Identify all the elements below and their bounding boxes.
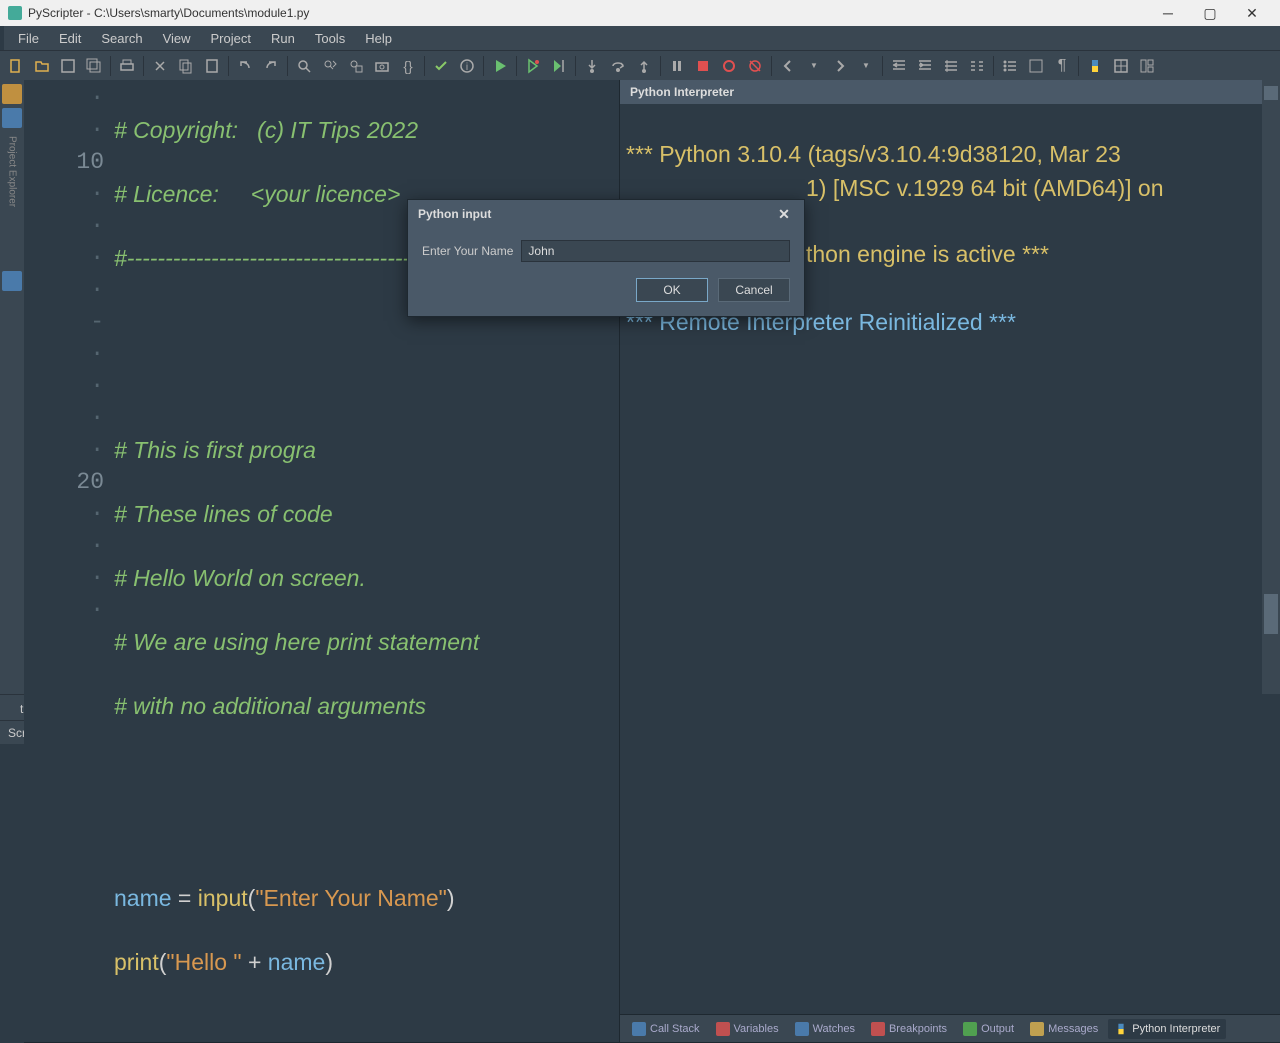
python-version-icon[interactable] — [1083, 54, 1107, 78]
comment-icon[interactable] — [939, 54, 963, 78]
replace-icon[interactable] — [318, 54, 342, 78]
vertical-scrollbar[interactable] — [1262, 80, 1280, 694]
menu-help[interactable]: Help — [355, 29, 402, 48]
minimize-button[interactable]: ─ — [1148, 2, 1188, 24]
layout-icon[interactable] — [1109, 54, 1133, 78]
pause-icon[interactable] — [665, 54, 689, 78]
dialog-close-button[interactable]: ✕ — [774, 204, 794, 224]
toolbar: {} i ▼ ▼ ¶ — [0, 50, 1280, 80]
dialog-input[interactable] — [521, 240, 790, 262]
dialog-title: Python input — [418, 207, 491, 221]
maximize-button[interactable]: ▢ — [1190, 2, 1230, 24]
tab-watches[interactable]: Watches — [789, 1019, 861, 1039]
close-button[interactable]: ✕ — [1232, 2, 1272, 24]
save-icon[interactable] — [56, 54, 80, 78]
indent-icon[interactable] — [913, 54, 937, 78]
gutter: · · 10 · · · · - · · · · 20 · · · · — [24, 80, 114, 1042]
step-into-icon[interactable] — [580, 54, 604, 78]
debug-icon[interactable] — [521, 54, 545, 78]
clear-breakpoints-icon[interactable] — [743, 54, 767, 78]
search-icon[interactable] — [292, 54, 316, 78]
menu-file[interactable]: File — [8, 29, 49, 48]
nav-dropdown2-icon[interactable]: ▼ — [854, 54, 878, 78]
menu-tools[interactable]: Tools — [305, 29, 355, 48]
syntax-check-icon[interactable] — [429, 54, 453, 78]
python-input-dialog: Python input ✕ Enter Your Name OK Cancel — [407, 199, 805, 317]
new-file-icon[interactable] — [4, 54, 28, 78]
cut-icon[interactable] — [148, 54, 172, 78]
ok-button[interactable]: OK — [636, 278, 708, 302]
code-explorer-icon[interactable] — [2, 271, 22, 291]
menu-run[interactable]: Run — [261, 29, 305, 48]
titlebar: PyScripter - C:\Users\smarty\Documents\m… — [0, 0, 1280, 26]
print-icon[interactable] — [115, 54, 139, 78]
menu-view[interactable]: View — [153, 29, 201, 48]
nav-dropdown-icon[interactable]: ▼ — [802, 54, 826, 78]
save-all-icon[interactable] — [82, 54, 106, 78]
nav-forward-icon[interactable] — [828, 54, 852, 78]
left-toolbar: Project Explorer — [0, 80, 24, 694]
app-icon — [8, 6, 22, 20]
uncomment-icon[interactable] — [965, 54, 989, 78]
step-over-icon[interactable] — [606, 54, 630, 78]
step-out-icon[interactable] — [632, 54, 656, 78]
run-to-cursor-icon[interactable] — [547, 54, 571, 78]
copy-icon[interactable] — [174, 54, 198, 78]
whitespace-icon[interactable] — [1024, 54, 1048, 78]
tab-messages[interactable]: Messages — [1024, 1019, 1104, 1039]
undo-icon[interactable] — [233, 54, 257, 78]
project-explorer-label: Project Explorer — [7, 136, 18, 207]
interpreter-tabs: Call Stack Variables Watches Breakpoints… — [620, 1014, 1280, 1042]
outdent-icon[interactable] — [887, 54, 911, 78]
cancel-button[interactable]: Cancel — [718, 278, 790, 302]
nav-back-icon[interactable] — [776, 54, 800, 78]
bracket-icon[interactable]: {} — [396, 54, 420, 78]
interpreter-title: Python Interpreter — [620, 80, 1280, 104]
tab-breakpoints[interactable]: Breakpoints — [865, 1019, 953, 1039]
layout-dropdown-icon[interactable] — [1135, 54, 1159, 78]
menu-project[interactable]: Project — [201, 29, 261, 48]
menubar: File Edit Search View Project Run Tools … — [0, 26, 1280, 50]
svg-text:i: i — [466, 62, 468, 73]
stop-icon[interactable] — [691, 54, 715, 78]
paste-icon[interactable] — [200, 54, 224, 78]
file-explorer-icon[interactable] — [2, 84, 22, 104]
redo-icon[interactable] — [259, 54, 283, 78]
camera-icon[interactable] — [370, 54, 394, 78]
tab-output[interactable]: Output — [957, 1019, 1020, 1039]
breakpoint-icon[interactable] — [717, 54, 741, 78]
project-explorer-icon[interactable] — [2, 108, 22, 128]
menu-edit[interactable]: Edit — [49, 29, 91, 48]
menu-search[interactable]: Search — [91, 29, 152, 48]
window-title: PyScripter - C:\Users\smarty\Documents\m… — [28, 6, 309, 20]
tab-call-stack[interactable]: Call Stack — [626, 1019, 706, 1039]
open-file-icon[interactable] — [30, 54, 54, 78]
list-icon[interactable] — [998, 54, 1022, 78]
pilcrow-icon[interactable]: ¶ — [1050, 54, 1074, 78]
find-in-files-icon[interactable] — [344, 54, 368, 78]
run-icon[interactable] — [488, 54, 512, 78]
dialog-label: Enter Your Name — [422, 244, 513, 258]
info-icon[interactable]: i — [455, 54, 479, 78]
tab-variables[interactable]: Variables — [710, 1019, 785, 1039]
tab-python-interpreter[interactable]: Python Interpreter — [1108, 1019, 1226, 1039]
